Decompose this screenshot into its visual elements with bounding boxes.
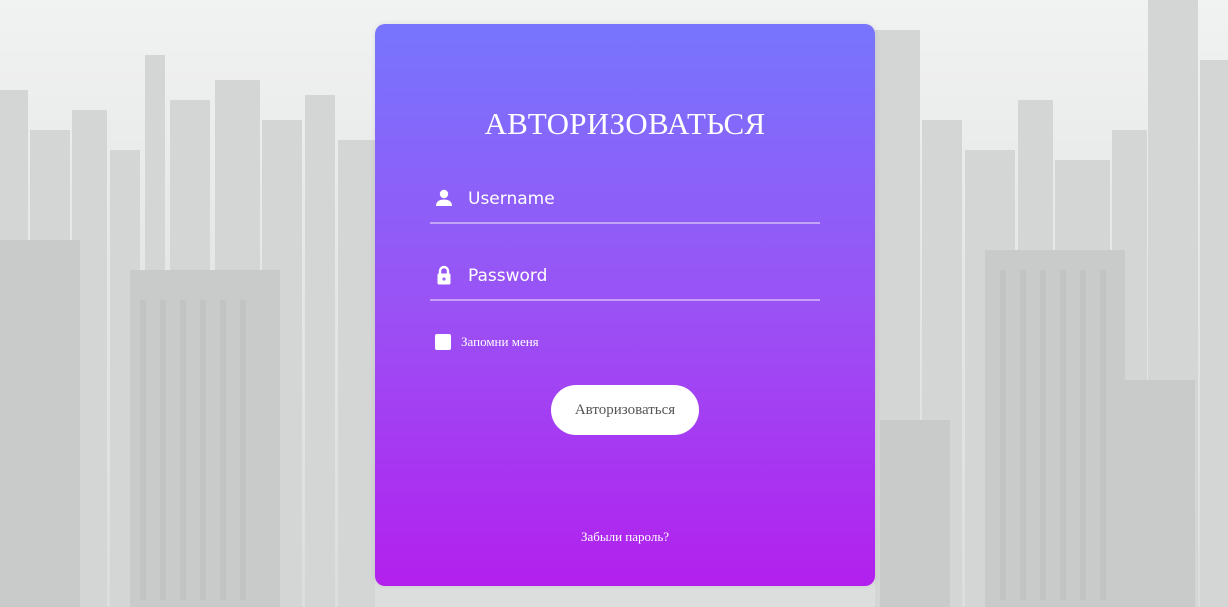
login-card: АВТОРИЗОВАТЬСЯ Запомни меня Авторизовать… <box>375 24 875 586</box>
password-input[interactable] <box>468 261 808 291</box>
forgot-password-link[interactable]: Забыли пароль? <box>375 529 875 545</box>
username-input[interactable] <box>468 184 808 214</box>
password-field[interactable] <box>430 255 820 301</box>
username-field[interactable] <box>430 178 820 224</box>
user-icon <box>434 188 454 208</box>
page-title: АВТОРИЗОВАТЬСЯ <box>484 106 766 141</box>
lock-icon <box>434 265 454 285</box>
login-button[interactable]: Авторизоваться <box>551 385 699 435</box>
remember-me[interactable]: Запомни меня <box>435 334 539 350</box>
remember-me-label: Запомни меня <box>461 334 539 349</box>
remember-me-checkbox[interactable] <box>435 334 451 350</box>
